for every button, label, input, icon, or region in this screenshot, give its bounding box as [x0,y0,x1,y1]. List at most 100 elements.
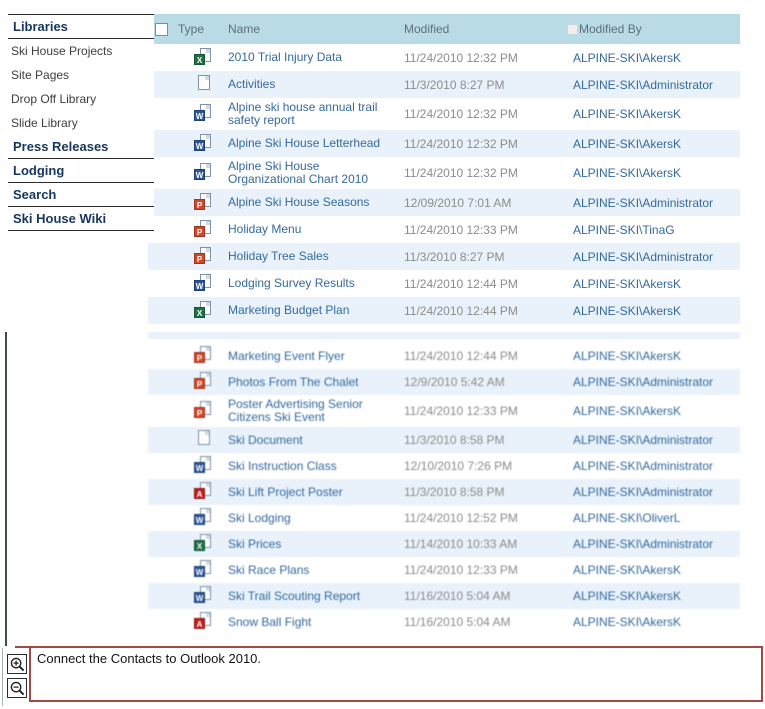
modified-by-marker [568,25,577,34]
zoom-out-button[interactable] [7,678,27,698]
app-badge: P [194,226,205,237]
document-name-cell: Holiday Menu [228,220,404,239]
modified-by-link[interactable]: ALPINE-SKI\OliverL [573,511,680,525]
document-link[interactable]: Marketing Budget Plan [228,303,349,317]
modified-by-link[interactable]: ALPINE-SKI\AkersK [573,137,681,151]
table-row[interactable]: P Holiday Menu 11/24/2010 12:33 PM ALPIN… [148,216,740,243]
modified-date: 11/24/2010 12:33 PM [404,563,568,577]
table-row[interactable]: W Lodging Survey Results 11/24/2010 12:4… [148,270,740,297]
document-link[interactable]: Ski Trail Scouting Report [228,589,360,603]
document-link[interactable]: Photos From The Chalet [228,375,359,389]
app-badge: P [194,253,205,264]
modified-by-link[interactable]: ALPINE-SKI\Administrator [573,78,713,92]
column-header-type[interactable]: Type [178,22,228,36]
table-row[interactable]: X 2010 Trial Injury Data 11/24/2010 12:3… [148,44,740,71]
table-row[interactable]: W Ski Lodging 11/24/2010 12:52 PM ALPINE… [148,505,740,531]
sidebar-item-site-pages[interactable]: Site Pages [8,63,154,87]
document-link[interactable]: Ski Prices [228,537,281,551]
modified-by-link[interactable]: ALPINE-SKI\AkersK [573,304,681,318]
table-row[interactable]: W Ski Trail Scouting Report 11/16/2010 5… [148,583,740,609]
document-link[interactable]: Ski Lift Project Poster [228,485,343,499]
table-row[interactable]: X Ski Prices 11/14/2010 10:33 AM ALPINE-… [148,531,740,557]
modified-by-cell: ALPINE-SKI\Administrator [568,196,740,210]
table-row[interactable]: W Ski Race Plans 11/24/2010 12:33 PM ALP… [148,557,740,583]
sidebar-item-ski-house-wiki[interactable]: Ski House Wiki [8,207,154,231]
modified-by-link[interactable]: ALPINE-SKI\AkersK [573,589,681,603]
sidebar-item-lodging[interactable]: Lodging [8,159,154,183]
document-link[interactable]: Alpine ski house annual trail safety rep… [228,100,377,127]
sidebar-item-ski-house-projects[interactable]: Ski House Projects [8,39,154,63]
modified-date: 12/09/2010 7:01 AM [404,196,568,210]
document-link[interactable]: Snow Ball Fight [228,615,311,629]
modified-date: 11/16/2010 5:04 AM [404,589,568,603]
table-row[interactable]: P Poster Advertising Senior Citizens Ski… [148,395,740,427]
powerpoint-icon: P [194,247,212,264]
modified-by-cell: ALPINE-SKI\Administrator [568,433,740,447]
table-row[interactable]: Activities 11/3/2010 8:27 PM ALPINE-SKI\… [148,71,740,98]
modified-by-link[interactable]: ALPINE-SKI\Administrator [573,433,713,447]
document-link[interactable]: Lodging Survey Results [228,276,355,290]
app-badge: W [194,566,205,577]
document-link[interactable]: 2010 Trial Injury Data [228,50,342,64]
modified-by-link[interactable]: ALPINE-SKI\AkersK [573,615,681,629]
pdf-icon: A [194,482,212,499]
document-name-cell: Marketing Budget Plan [228,301,404,320]
document-link[interactable]: Poster Advertising Senior Citizens Ski E… [228,397,363,424]
zoom-in-button[interactable] [7,654,27,674]
modified-by-link[interactable]: ALPINE-SKI\Administrator [573,537,713,551]
table-row[interactable]: W Alpine ski house annual trail safety r… [148,98,740,130]
table-row[interactable]: W Ski Instruction Class 12/10/2010 7:26 … [148,453,740,479]
document-link[interactable]: Ski Race Plans [228,563,309,577]
modified-by-link[interactable]: ALPINE-SKI\Administrator [573,485,713,499]
column-header-modified-by[interactable]: Modified By [568,22,740,36]
modified-date: 11/24/2010 12:52 PM [404,511,568,525]
modified-by-link[interactable]: ALPINE-SKI\AkersK [573,107,681,121]
document-link[interactable]: Holiday Tree Sales [228,249,329,263]
table-row[interactable]: X Marketing Budget Plan 11/24/2010 12:44… [148,297,740,324]
modified-by-link[interactable]: ALPINE-SKI\AkersK [573,277,681,291]
modified-by-link[interactable]: ALPINE-SKI\Administrator [573,196,713,210]
table-row[interactable]: W Alpine Ski House Organizational Chart … [148,157,740,189]
table-row[interactable]: A Snow Ball Fight 11/16/2010 5:04 AM ALP… [148,609,740,635]
document-link[interactable]: Alpine Ski House Organizational Chart 20… [228,159,368,186]
sidebar-item-search[interactable]: Search [8,183,154,207]
modified-by-link[interactable]: ALPINE-SKI\Administrator [573,459,713,473]
document-link[interactable]: Alpine Ski House Letterhead [228,136,380,150]
modified-by-link[interactable]: ALPINE-SKI\TinaG [573,223,675,237]
file-type-cell: A [178,482,228,502]
modified-by-link[interactable]: ALPINE-SKI\AkersK [573,166,681,180]
modified-by-link[interactable]: ALPINE-SKI\AkersK [573,404,681,418]
document-link[interactable]: Holiday Menu [228,222,301,236]
document-link[interactable]: Alpine Ski House Seasons [228,195,369,209]
document-link[interactable]: Ski Instruction Class [228,459,337,473]
sidebar-item-drop-off-library[interactable]: Drop Off Library [8,87,154,111]
document-name-cell: Ski Lodging [228,509,404,528]
modified-by-link[interactable]: ALPINE-SKI\AkersK [573,51,681,65]
select-all-checkbox[interactable] [155,23,168,36]
sidebar-item-libraries[interactable]: Libraries [8,15,154,39]
document-link[interactable]: Ski Lodging [228,511,291,525]
document-link[interactable]: Activities [228,77,275,91]
table-row[interactable]: P Photos From The Chalet 12/9/2010 5:42 … [148,369,740,395]
column-header-modified[interactable]: Modified [404,22,568,36]
sidebar-item-slide-library[interactable]: Slide Library [8,111,154,135]
table-row[interactable]: W Alpine Ski House Letterhead 11/24/2010… [148,130,740,157]
sidebar-item-press-releases[interactable]: Press Releases [8,135,154,159]
document-link[interactable]: Ski Document [228,433,303,447]
modified-date: 12/9/2010 5:42 AM [404,375,568,389]
modified-by-link[interactable]: ALPINE-SKI\AkersK [573,349,681,363]
modified-by-link[interactable]: ALPINE-SKI\AkersK [573,563,681,577]
modified-by-link[interactable]: ALPINE-SKI\Administrator [573,250,713,264]
table-row[interactable]: P Marketing Event Flyer 11/24/2010 12:44… [148,343,740,369]
file-type-cell: P [178,220,228,240]
document-name-cell: Alpine ski house annual trail safety rep… [228,98,404,130]
table-row[interactable]: P Alpine Ski House Seasons 12/09/2010 7:… [148,189,740,216]
column-header-name[interactable]: Name [228,22,404,36]
excel-icon: X [194,48,212,65]
table-row[interactable]: A Ski Lift Project Poster 11/3/2010 8:58… [148,479,740,505]
document-link[interactable]: Marketing Event Flyer [228,349,345,363]
modified-by-link[interactable]: ALPINE-SKI\Administrator [573,375,713,389]
table-row[interactable]: Ski Document 11/3/2010 8:58 PM ALPINE-SK… [148,427,740,453]
document-name-cell: Lodging Survey Results [228,274,404,293]
table-row[interactable]: P Holiday Tree Sales 11/3/2010 8:27 PM A… [148,243,740,270]
